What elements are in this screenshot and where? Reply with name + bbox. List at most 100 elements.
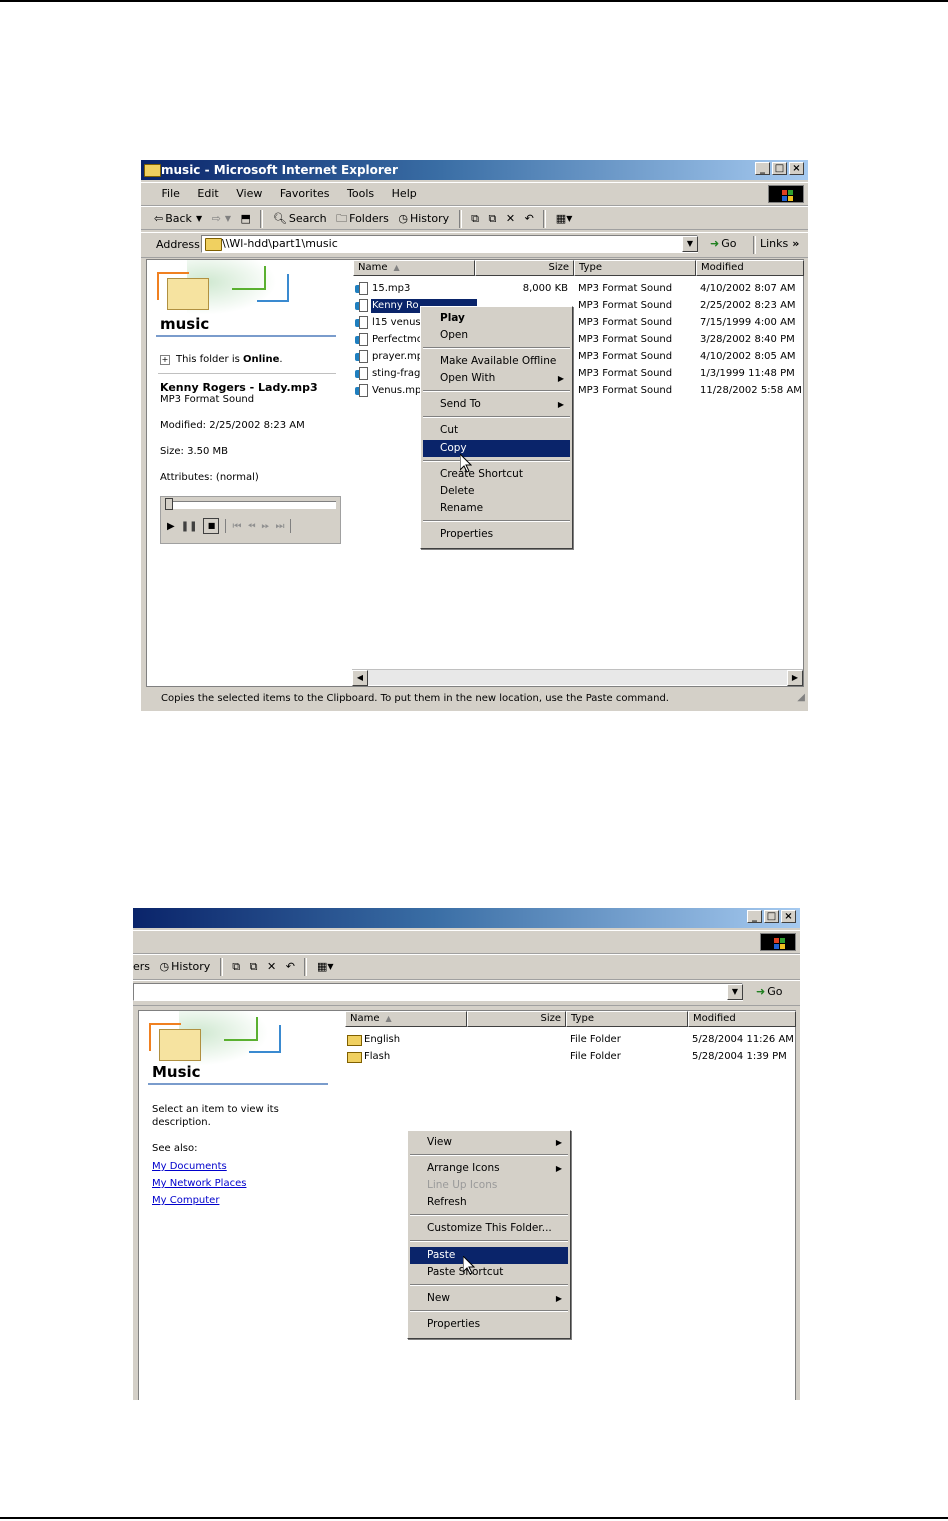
title-bar[interactable]: _ □ × bbox=[133, 908, 800, 928]
move-to-icon[interactable]: ⧉ bbox=[468, 208, 482, 230]
play-icon[interactable]: ▶ bbox=[167, 521, 175, 532]
menu-item-arrange-icons[interactable]: Arrange Icons ▶ bbox=[410, 1160, 568, 1177]
menu-file[interactable]: File bbox=[155, 183, 187, 205]
menu-item-refresh[interactable]: Refresh bbox=[410, 1194, 568, 1211]
expand-plus-icon[interactable]: + bbox=[160, 355, 170, 365]
scroll-left-arrow-icon[interactable]: ◀ bbox=[352, 670, 368, 686]
address-dropdown-arrow-icon[interactable]: ▼ bbox=[727, 984, 743, 1000]
undo-icon[interactable]: ↶ bbox=[522, 208, 537, 230]
menu-separator bbox=[410, 1310, 568, 1312]
delete-icon[interactable]: ✕ bbox=[264, 956, 279, 978]
menu-item-copy[interactable]: Copy bbox=[423, 440, 570, 457]
column-header-modified[interactable]: Modified bbox=[688, 1011, 796, 1027]
stop-icon[interactable]: ■ bbox=[203, 518, 220, 534]
menu-edit[interactable]: Edit bbox=[190, 183, 225, 205]
maximize-button[interactable]: □ bbox=[772, 162, 787, 175]
toolbar-separator bbox=[260, 210, 264, 228]
toolbar-separator bbox=[543, 210, 547, 228]
horizontal-scrollbar[interactable]: ◀ ▶ bbox=[352, 669, 803, 686]
menu-item-paste-shortcut[interactable]: Paste Shortcut bbox=[410, 1264, 568, 1281]
address-dropdown-arrow-icon[interactable]: ▼ bbox=[682, 236, 698, 252]
rewind-icon[interactable]: ⏪︎ bbox=[247, 521, 255, 532]
link-my-network-places[interactable]: My Network Places bbox=[152, 1178, 246, 1189]
links-button[interactable]: Links» bbox=[757, 233, 802, 255]
folder-icon bbox=[205, 238, 222, 251]
back-arrow-icon: ⇦ bbox=[154, 212, 164, 225]
history-button[interactable]: ◷ History bbox=[157, 956, 214, 978]
pause-icon[interactable]: ❚❚ bbox=[181, 521, 198, 532]
fast-forward-icon[interactable]: ⏩︎ bbox=[261, 521, 269, 532]
link-my-documents[interactable]: My Documents bbox=[152, 1161, 227, 1172]
up-folder-icon[interactable]: ⬒ bbox=[237, 208, 253, 230]
menu-item-view[interactable]: View ▶ bbox=[410, 1134, 568, 1151]
menu-item-play[interactable]: Play bbox=[423, 310, 570, 327]
copy-to-icon[interactable]: ⧉ bbox=[485, 208, 499, 230]
views-button[interactable]: ▦ ▼ bbox=[553, 208, 576, 230]
seek-thumb[interactable] bbox=[165, 498, 173, 510]
menu-tools[interactable]: Tools bbox=[340, 183, 381, 205]
menu-item-cut[interactable]: Cut bbox=[423, 422, 570, 439]
column-header-name[interactable]: Name ▲ bbox=[345, 1011, 467, 1027]
resize-grip-icon[interactable]: ◢ bbox=[797, 688, 805, 708]
menu-item-delete[interactable]: Delete bbox=[423, 483, 570, 500]
search-button[interactable]: 🔍︎ Search bbox=[270, 208, 330, 230]
column-header-type[interactable]: Type bbox=[566, 1011, 688, 1027]
close-button[interactable]: × bbox=[781, 910, 796, 923]
views-button[interactable]: ▦ ▼ bbox=[314, 956, 337, 978]
menu-item-open-with[interactable]: Open With ▶ bbox=[423, 370, 570, 387]
copy-to-icon[interactable]: ⧉ bbox=[247, 956, 261, 978]
menu-separator bbox=[410, 1240, 568, 1242]
previous-track-icon[interactable]: ⏮︎ bbox=[232, 521, 241, 532]
menu-help[interactable]: Help bbox=[385, 183, 424, 205]
menu-item-properties[interactable]: Properties bbox=[423, 526, 570, 543]
menu-item-make-available-offline[interactable]: Make Available Offline bbox=[423, 353, 570, 370]
menu-view[interactable]: View bbox=[229, 183, 269, 205]
address-input[interactable]: \\Wl-hdd\part1\music bbox=[201, 235, 698, 253]
file-type: MP3 Format Sound bbox=[578, 351, 673, 362]
go-button[interactable]: ➜ Go bbox=[753, 981, 785, 1003]
menu-separator bbox=[423, 460, 570, 462]
move-to-icon[interactable]: ⧉ bbox=[229, 956, 243, 978]
column-header-modified[interactable]: Modified bbox=[696, 260, 804, 276]
next-track-icon[interactable]: ⏭︎ bbox=[275, 521, 284, 532]
background-context-menu: View ▶ Arrange Icons ▶ Line Up Icons Refre… bbox=[407, 1130, 571, 1339]
seek-bar[interactable] bbox=[165, 501, 336, 509]
address-input[interactable] bbox=[133, 983, 743, 1001]
link-my-computer[interactable]: My Computer bbox=[152, 1195, 219, 1206]
minimize-button[interactable]: _ bbox=[755, 162, 770, 175]
undo-icon[interactable]: ↶ bbox=[283, 956, 298, 978]
submenu-arrow-icon: ▶ bbox=[555, 1138, 562, 1147]
submenu-arrow-icon: ▶ bbox=[557, 400, 564, 409]
title-bar[interactable]: music - Microsoft Internet Explorer _ □ … bbox=[141, 160, 808, 180]
submenu-arrow-icon: ▶ bbox=[555, 1294, 562, 1303]
folders-button[interactable]: 🗀︎ Folders bbox=[333, 208, 392, 230]
sidebar-divider bbox=[148, 1083, 328, 1085]
maximize-button[interactable]: □ bbox=[764, 910, 779, 923]
go-button[interactable]: ➜ Go bbox=[707, 233, 739, 255]
explorer-window-music-2: _ □ × ers ◷ History ⧉ ⧉ ✕ ↶ ▦ ▼ ▼ ➜ Go M… bbox=[133, 908, 800, 1400]
menu-item-paste[interactable]: Paste bbox=[410, 1247, 568, 1264]
folders-button[interactable]: ers bbox=[133, 956, 153, 978]
column-header-size[interactable]: Size bbox=[467, 1011, 566, 1027]
minimize-button[interactable]: _ bbox=[747, 910, 762, 923]
scroll-right-arrow-icon[interactable]: ▶ bbox=[787, 670, 803, 686]
address-bar: ▼ ➜ Go bbox=[133, 980, 800, 1006]
menu-item-rename[interactable]: Rename bbox=[423, 500, 570, 517]
menu-item-properties[interactable]: Properties bbox=[410, 1316, 568, 1333]
column-header-size[interactable]: Size bbox=[475, 260, 574, 276]
menu-item-new[interactable]: New ▶ bbox=[410, 1290, 568, 1307]
menu-item-open[interactable]: Open bbox=[423, 327, 570, 344]
close-button[interactable]: × bbox=[789, 162, 804, 175]
menu-item-send-to[interactable]: Send To ▶ bbox=[423, 396, 570, 413]
views-icon: ▦ bbox=[555, 212, 567, 225]
menu-item-create-shortcut[interactable]: Create Shortcut bbox=[423, 466, 570, 483]
forward-button[interactable]: ⇨ ▼ bbox=[209, 208, 234, 230]
menu-favorites[interactable]: Favorites bbox=[273, 183, 337, 205]
history-button[interactable]: ◷ History bbox=[395, 208, 452, 230]
menu-item-customize-folder[interactable]: Customize This Folder... bbox=[410, 1220, 568, 1237]
views-icon: ▦ bbox=[316, 960, 328, 973]
column-header-name[interactable]: Name ▲ bbox=[353, 260, 475, 276]
back-button[interactable]: ⇦ Back ▼ bbox=[151, 208, 205, 230]
column-header-type[interactable]: Type bbox=[574, 260, 696, 276]
delete-icon[interactable]: ✕ bbox=[503, 208, 518, 230]
